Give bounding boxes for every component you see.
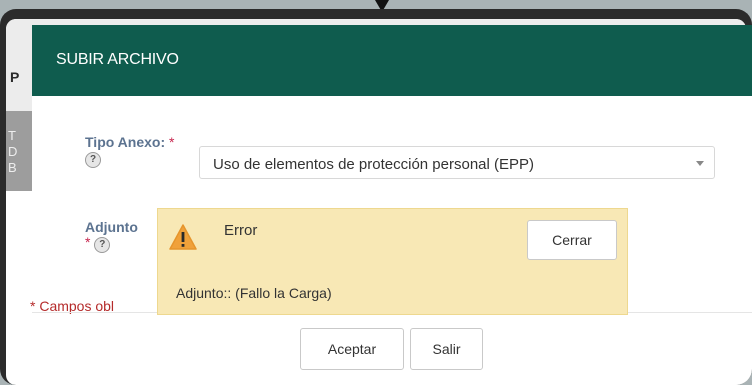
close-alert-button[interactable]: Cerrar	[527, 220, 617, 260]
exit-button[interactable]: Salir	[410, 328, 483, 370]
screenshot-frame: P T D B SUBIR ARCHIVO Tipo Anexo: * ? Us…	[0, 9, 752, 385]
background-column-header: P	[10, 69, 20, 85]
help-icon[interactable]: ?	[94, 237, 111, 253]
alert-title: Error	[224, 222, 258, 239]
upload-file-modal: SUBIR ARCHIVO Tipo Anexo: * ? Uso de ele…	[30, 25, 752, 385]
adjunto-label-text: Adjunto	[85, 219, 138, 235]
tipo-anexo-label-text: Tipo Anexo:	[85, 134, 166, 150]
tipo-anexo-select[interactable]: Uso de elementos de protección personal …	[199, 146, 715, 179]
tipo-anexo-selected-value: Uso de elementos de protección personal …	[213, 156, 535, 173]
background-row-text: D	[8, 144, 18, 159]
modal-header: SUBIR ARCHIVO	[32, 25, 752, 96]
required-asterisk: *	[85, 234, 91, 250]
adjunto-label: Adjunto * ?	[85, 220, 138, 253]
background-row-text: B	[8, 160, 17, 175]
accept-button[interactable]: Aceptar	[300, 328, 404, 370]
background-row-text: T	[8, 128, 16, 143]
help-icon[interactable]: ?	[85, 152, 101, 168]
warning-icon	[169, 224, 197, 250]
required-asterisk: *	[169, 134, 175, 150]
tipo-anexo-label: Tipo Anexo: * ?	[85, 135, 175, 168]
background-row: T D B	[6, 111, 34, 191]
alert-message: Adjunto:: (Fallo la Carga)	[176, 285, 332, 301]
modal-title: SUBIR ARCHIVO	[56, 51, 179, 68]
chevron-down-icon	[696, 161, 704, 166]
modal-footer: Aceptar Salir	[32, 312, 752, 385]
error-alert: Error Cerrar Adjunto:: (Fallo la Carga)	[157, 208, 628, 315]
